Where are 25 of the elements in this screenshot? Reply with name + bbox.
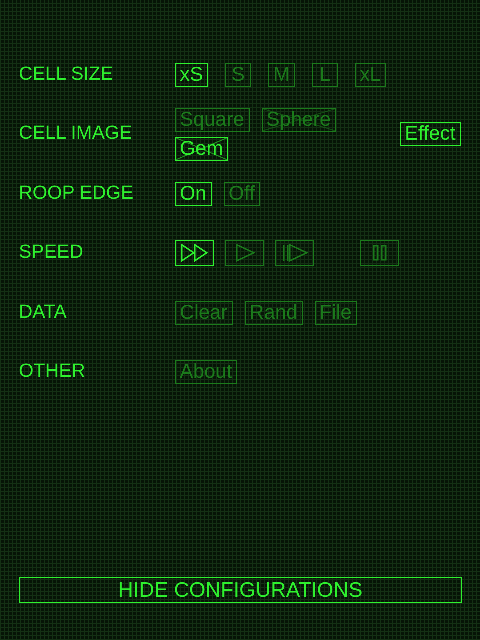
option-button[interactable]: Sphere bbox=[262, 108, 336, 132]
option-button[interactable]: Rand bbox=[244, 300, 303, 325]
step-icon bbox=[280, 244, 308, 262]
setting-label: SPEED bbox=[19, 242, 84, 264]
play-icon bbox=[234, 244, 256, 262]
setting-label: ROOP EDGE bbox=[19, 182, 135, 205]
option-button[interactable]: On bbox=[175, 182, 212, 206]
setting-label: CELL SIZE bbox=[19, 64, 114, 86]
option-button[interactable]: S bbox=[225, 62, 252, 87]
option-button[interactable]: Effect bbox=[400, 122, 461, 146]
hide-configurations-button[interactable]: HIDE CONFIGURATIONS bbox=[19, 577, 462, 603]
option-button[interactable]: File bbox=[314, 300, 357, 325]
option-button[interactable]: xL bbox=[355, 62, 386, 87]
option-button[interactable]: Square bbox=[175, 108, 250, 132]
option-button[interactable]: About bbox=[175, 360, 238, 384]
setting-label: OTHER bbox=[19, 361, 86, 384]
option-button[interactable]: M bbox=[268, 62, 296, 87]
option-button[interactable]: L bbox=[312, 62, 338, 87]
option-button[interactable]: xS bbox=[175, 62, 208, 87]
option-button[interactable]: Clear bbox=[175, 300, 233, 325]
setting-label: CELL IMAGE bbox=[19, 123, 134, 146]
setting-label: DATA bbox=[19, 302, 68, 324]
pause-icon bbox=[372, 245, 386, 262]
fast-forward-icon bbox=[180, 244, 210, 262]
option-button[interactable]: Off bbox=[224, 182, 260, 206]
